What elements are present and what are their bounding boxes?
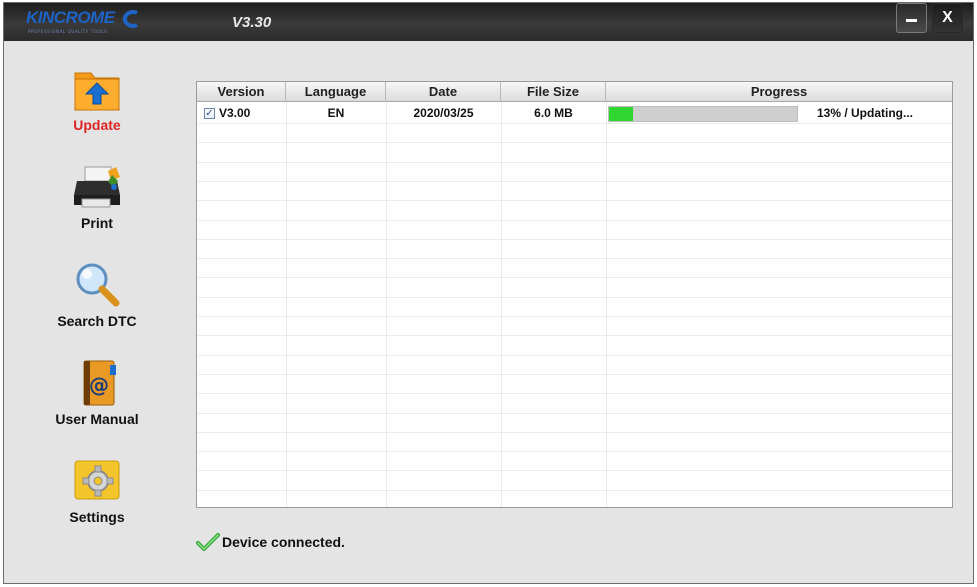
row-divider — [197, 181, 952, 182]
kincrome-logo: KINCROME PROFESSIONAL QUALITY TOOLS — [26, 8, 156, 36]
row-divider — [197, 393, 952, 394]
cell-date: 2020/03/25 — [413, 106, 474, 120]
checkmark-icon — [196, 533, 220, 551]
row-divider — [197, 123, 952, 124]
logo-tagline: PROFESSIONAL QUALITY TOOLS — [28, 29, 108, 34]
firmware-table: Version Language Date File Size Progress… — [196, 81, 953, 508]
row-checkbox[interactable]: ✓ — [204, 108, 215, 119]
printer-icon — [72, 163, 122, 211]
gear-icon — [72, 457, 122, 505]
nav-settings-label: Settings — [69, 509, 125, 525]
row-divider — [197, 142, 952, 143]
nav-search-dtc[interactable]: Search DTC — [44, 261, 150, 329]
close-button[interactable]: X — [932, 3, 963, 33]
logo-text: KINCROME — [26, 8, 115, 27]
progress-bar — [608, 106, 798, 122]
cell-language: EN — [327, 106, 345, 120]
nav-search-dtc-label: Search DTC — [57, 313, 137, 329]
nav-print[interactable]: Print — [44, 163, 150, 231]
minimize-button[interactable] — [896, 3, 927, 33]
main-window: KINCROME PROFESSIONAL QUALITY TOOLS V3.3… — [3, 2, 974, 584]
status-text: Device connected. — [222, 534, 345, 550]
close-icon: X — [942, 9, 953, 26]
update-icon — [72, 65, 122, 113]
table-header: Version Language Date File Size Progress — [197, 82, 952, 102]
row-divider — [197, 374, 952, 375]
row-divider — [197, 413, 952, 414]
cell-file-size: 6.0 MB — [534, 106, 573, 120]
minimize-icon — [906, 19, 917, 22]
app-version: V3.30 — [232, 14, 272, 31]
row-divider — [197, 316, 952, 317]
row-divider — [197, 200, 952, 201]
cell-version: V3.00 — [219, 106, 251, 120]
column-header-file-size[interactable]: File Size — [501, 82, 606, 102]
title-bar: KINCROME PROFESSIONAL QUALITY TOOLS V3.3… — [4, 3, 973, 41]
column-header-version[interactable]: Version — [197, 82, 286, 102]
row-divider — [197, 297, 952, 298]
address-book-icon: @ — [72, 359, 122, 407]
row-divider — [197, 470, 952, 471]
nav-update-label: Update — [73, 117, 121, 133]
progress-bar-fill — [609, 107, 634, 121]
row-divider — [197, 451, 952, 452]
svg-text:@: @ — [89, 373, 109, 397]
nav-user-manual[interactable]: @ User Manual — [44, 359, 150, 427]
row-divider — [197, 335, 952, 336]
nav-print-label: Print — [81, 215, 113, 231]
logo-swoosh-icon — [122, 10, 138, 28]
row-divider — [197, 239, 952, 240]
row-divider — [197, 432, 952, 433]
nav-user-manual-label: User Manual — [55, 411, 139, 427]
connection-status: Device connected. — [196, 531, 345, 553]
magnifier-icon — [72, 261, 122, 309]
row-divider — [197, 355, 952, 356]
column-header-date[interactable]: Date — [386, 82, 501, 102]
row-divider — [197, 220, 952, 221]
row-divider — [197, 277, 952, 278]
column-header-language[interactable]: Language — [286, 82, 386, 102]
nav-update[interactable]: Update — [44, 65, 150, 133]
progress-status-text: 13% / Updating... — [817, 106, 914, 120]
nav-settings[interactable]: Settings — [44, 457, 150, 525]
row-divider — [197, 162, 952, 163]
row-divider — [197, 490, 952, 491]
row-divider — [197, 258, 952, 259]
column-header-progress[interactable]: Progress — [606, 82, 952, 102]
